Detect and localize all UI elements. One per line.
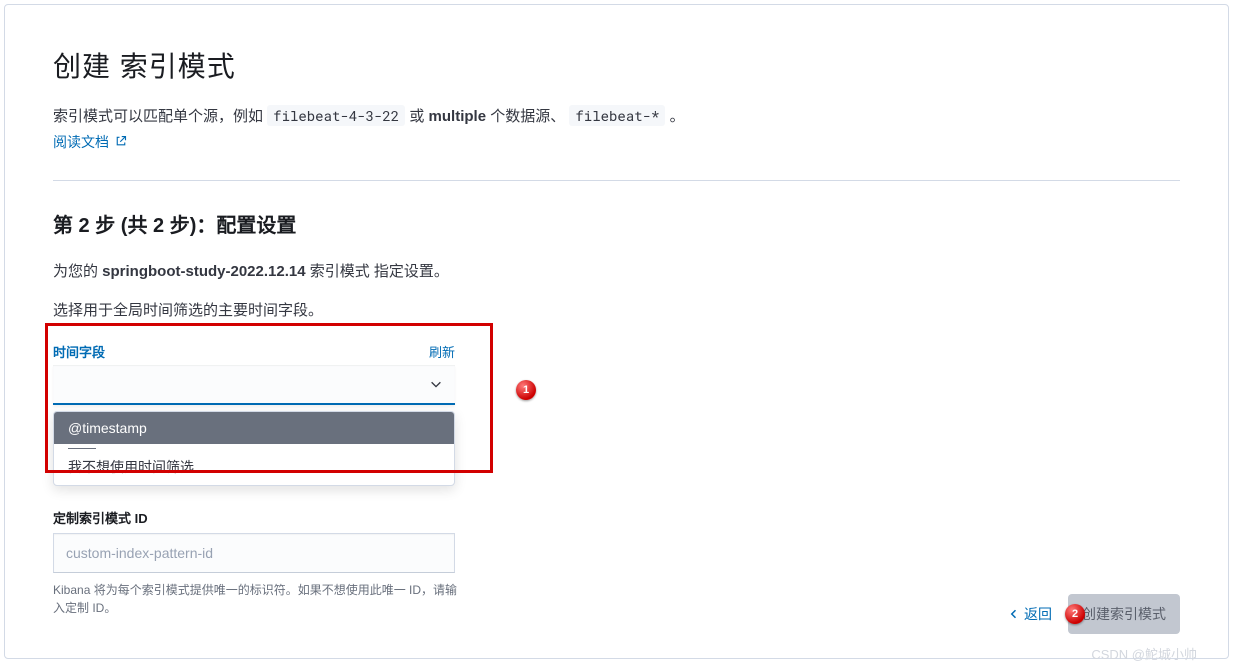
external-link-icon: [115, 135, 127, 147]
dropdown-option-no-time-filter[interactable]: 我不想使用时间筛选: [54, 449, 454, 485]
back-button-label: 返回: [1024, 604, 1052, 624]
desc-text: 个数据源、: [490, 108, 569, 125]
dropdown-option-timestamp[interactable]: @timestamp: [54, 412, 454, 444]
docs-link-row: 阅读文档: [53, 132, 1180, 152]
time-field-section: 时间字段 刷新 @timestamp 我不想使用时间筛选: [53, 342, 455, 486]
create-index-pattern-panel: 创建 索引模式 索引模式可以匹配单个源，例如 filebeat-4-3-22 或…: [4, 4, 1229, 659]
footer-actions: 返回 创建索引模式: [998, 594, 1180, 634]
read-docs-link[interactable]: 阅读文档: [53, 134, 127, 150]
back-button[interactable]: 返回: [998, 596, 1062, 632]
annotation-badge-1: 1: [516, 380, 536, 400]
desc-text: 或: [409, 108, 428, 125]
time-field-dropdown: @timestamp 我不想使用时间筛选: [53, 411, 455, 486]
code-example-single: filebeat-4-3-22: [267, 105, 405, 126]
step-title: 第 2 步 (共 2 步)：配置设置: [53, 209, 1180, 238]
desc-text: 。: [670, 108, 685, 125]
code-example-wildcard: filebeat-*: [569, 105, 665, 126]
time-field-select[interactable]: [53, 365, 455, 405]
page-description: 索引模式可以匹配单个源，例如 filebeat-4-3-22 或 multipl…: [53, 105, 1180, 126]
refresh-link[interactable]: 刷新: [429, 342, 455, 361]
index-pattern-name: springboot-study-2022.12.14: [102, 263, 305, 280]
chevron-down-icon: [429, 377, 443, 391]
time-field-label: 时间字段: [53, 342, 105, 361]
custom-id-help-text: Kibana 将为每个索引模式提供唯一的标识符。如果不想使用此唯一 ID，请输入…: [53, 581, 463, 617]
step-description: 为您的 springboot-study-2022.12.14 索引模式 指定设…: [53, 260, 1180, 281]
step-desc-prefix: 为您的: [53, 263, 102, 280]
step-note: 选择用于全局时间筛选的主要时间字段。: [53, 299, 1180, 320]
chevron-left-icon: [1008, 608, 1020, 620]
page-title: 创建 索引模式: [53, 45, 1180, 85]
annotation-badge-2: 2: [1065, 604, 1085, 624]
custom-id-label: 定制索引模式 ID: [53, 508, 455, 527]
time-field-header: 时间字段 刷新: [53, 342, 455, 361]
docs-link-label: 阅读文档: [53, 134, 109, 150]
section-divider: [53, 180, 1180, 181]
custom-id-input[interactable]: [53, 533, 455, 573]
multiple-word: multiple: [429, 108, 487, 125]
custom-id-section: 定制索引模式 ID Kibana 将为每个索引模式提供唯一的标识符。如果不想使用…: [53, 508, 455, 617]
watermark: CSDN @鮀城小帅: [1091, 644, 1197, 663]
desc-text: 索引模式可以匹配单个源，例如: [53, 108, 267, 125]
step-desc-suffix: 索引模式 指定设置。: [310, 263, 449, 280]
